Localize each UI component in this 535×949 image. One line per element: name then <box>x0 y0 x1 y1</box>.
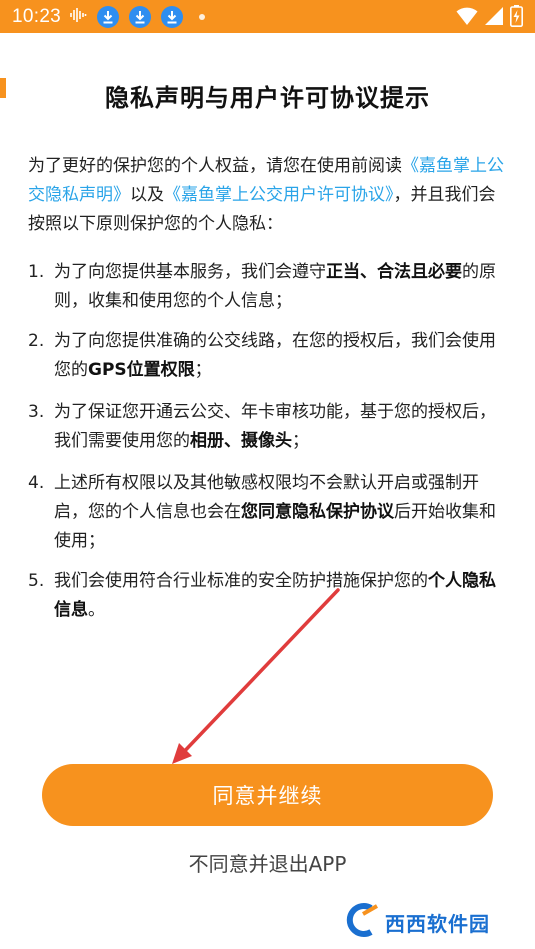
site-watermark: 西西软件园 <box>341 901 519 943</box>
agree-continue-button[interactable]: 同意并继续 <box>42 764 493 826</box>
watermark-logo-icon <box>341 902 381 942</box>
disagree-exit-link[interactable]: 不同意并退出APP <box>0 848 535 877</box>
watermark-text: 西西软件园 <box>385 911 490 936</box>
